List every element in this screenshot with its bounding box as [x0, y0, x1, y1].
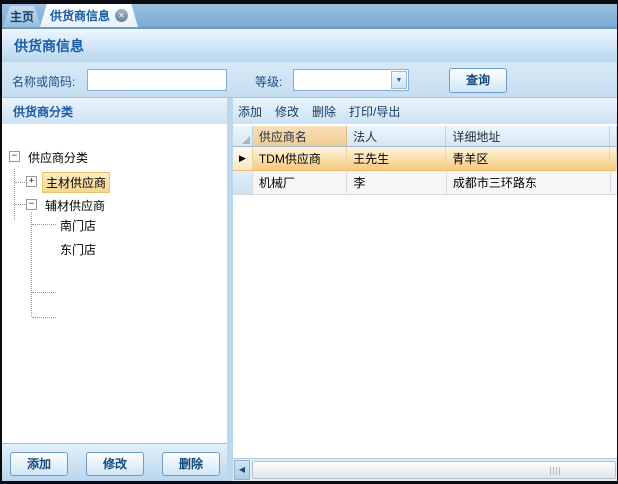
close-tab-icon[interactable]: ✕	[115, 9, 128, 22]
cell-supplier-name[interactable]: 机械厂	[253, 171, 348, 195]
tree-node-east-store[interactable]: 东门店	[57, 240, 99, 259]
toolbar-edit-link[interactable]: 修改	[275, 103, 299, 120]
window-edge-left	[0, 0, 2, 484]
row-indicator-cell[interactable]: ▶	[233, 147, 253, 171]
tree-line	[31, 212, 32, 317]
table-header-row: 供应商名 法人 详细地址	[233, 126, 617, 147]
toolbar-delete-link[interactable]: 删除	[312, 103, 336, 120]
tab-supplier-label: 供货商信息	[50, 7, 110, 24]
cell-address[interactable]: 成都市三环路东	[447, 171, 611, 195]
tree-button-strip: 添加 修改 删除	[2, 443, 227, 481]
tab-bar: 主页 供货商信息 ✕	[2, 4, 617, 28]
tree-delete-button[interactable]: 删除	[162, 452, 220, 476]
supplier-list-panel: 添加 修改 删除 打印/导出 供应商名 法人 详细地址 ▶ TDM供应商 王先生	[233, 98, 617, 481]
scroll-left-icon[interactable]: ◀	[234, 460, 250, 480]
scrollbar-thumb[interactable]	[252, 461, 616, 479]
tree-edit-button[interactable]: 修改	[86, 452, 144, 476]
name-code-label: 名称或简码:	[12, 73, 75, 90]
tree-line	[15, 182, 25, 183]
page-title: 供货商信息	[14, 36, 84, 56]
tab-home-label: 主页	[10, 8, 34, 25]
horizontal-scrollbar[interactable]: ◀	[233, 458, 617, 481]
supplier-info-window: 主页 供货商信息 ✕ 供货商信息 名称或简码: 等级: ▼ 查询 供货商分类	[0, 0, 618, 484]
select-all-cell[interactable]	[233, 126, 253, 147]
tab-supplier-info[interactable]: 供货商信息 ✕	[40, 3, 138, 27]
page-header: 供货商信息	[2, 28, 617, 62]
level-select[interactable]: ▼	[293, 69, 409, 91]
tree-add-button[interactable]: 添加	[10, 452, 68, 476]
column-header-supplier-name[interactable]: 供应商名	[253, 126, 347, 147]
search-bar: 名称或简码: 等级: ▼ 查询	[2, 62, 617, 98]
cell-legal-person[interactable]: 李	[347, 171, 446, 195]
scrollbar-grip-icon	[550, 467, 560, 475]
category-tree: − 供应商分类 + 主材供应商 − 辅材供应商 南门店 东门店	[2, 125, 227, 441]
collapse-icon[interactable]: −	[26, 199, 37, 210]
chevron-down-icon[interactable]: ▼	[391, 71, 407, 89]
tree-node-root[interactable]: 供应商分类	[25, 148, 91, 167]
cell-clipped[interactable]	[610, 147, 617, 171]
select-all-corner-icon	[242, 136, 250, 144]
expand-icon[interactable]: +	[26, 176, 37, 187]
tree-node-south-store[interactable]: 南门店	[57, 216, 99, 235]
tree-line	[15, 204, 25, 205]
toolbar-print-export-link[interactable]: 打印/导出	[349, 103, 400, 120]
column-header-legal-person[interactable]: 法人	[347, 126, 446, 147]
tab-home[interactable]: 主页	[3, 6, 41, 27]
table-row[interactable]: 机械厂 李 成都市三环路东	[233, 171, 617, 195]
column-header-clipped[interactable]	[610, 126, 617, 147]
name-code-input[interactable]	[87, 69, 227, 91]
tree-line	[32, 292, 56, 293]
query-button[interactable]: 查询	[449, 68, 507, 93]
column-header-address[interactable]: 详细地址	[446, 126, 610, 147]
cell-supplier-name[interactable]: TDM供应商	[253, 147, 347, 171]
grid-toolbar: 添加 修改 删除 打印/导出	[233, 98, 617, 125]
cell-address[interactable]: 青羊区	[446, 147, 610, 171]
category-panel: 供货商分类 − 供应商分类 + 主材供应商 − 辅材供应商	[2, 98, 227, 481]
tree-node-aux-supplier[interactable]: 辅材供应商	[42, 196, 108, 215]
toolbar-add-link[interactable]: 添加	[238, 103, 262, 120]
tree-line	[32, 224, 56, 225]
category-panel-header: 供货商分类	[2, 98, 227, 125]
tree-line	[14, 169, 15, 220]
row-indicator-cell[interactable]	[233, 171, 253, 195]
current-row-arrow-icon: ▶	[239, 153, 246, 164]
cell-legal-person[interactable]: 王先生	[347, 147, 446, 171]
tree-node-main-supplier[interactable]: 主材供应商	[42, 172, 110, 193]
tree-line	[32, 317, 56, 318]
window-edge-top	[0, 0, 618, 4]
supplier-table: 供应商名 法人 详细地址 ▶ TDM供应商 王先生 青羊区 机械厂 李 成都市三…	[233, 126, 617, 195]
category-panel-title: 供货商分类	[13, 103, 73, 120]
level-label: 等级:	[255, 73, 282, 90]
table-row-selected[interactable]: ▶ TDM供应商 王先生 青羊区	[233, 147, 617, 171]
collapse-icon[interactable]: −	[9, 151, 20, 162]
